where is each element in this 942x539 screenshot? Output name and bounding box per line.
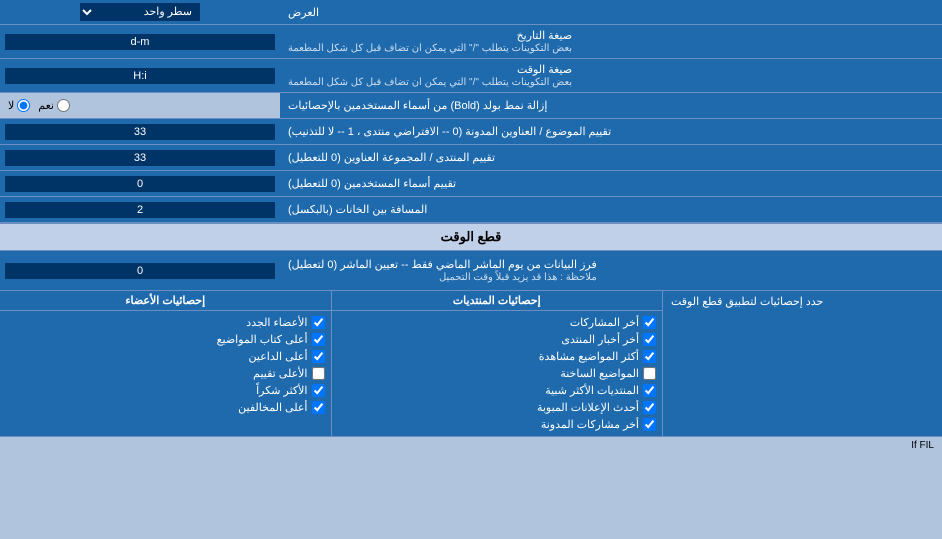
- list-item: الأعلى تقييم: [6, 365, 325, 382]
- stat-checkbox[interactable]: [312, 367, 325, 380]
- snapshot-days-label: فرز البيانات من يوم الماشر الماضي فقط --…: [280, 251, 942, 290]
- forum-group-input[interactable]: [5, 150, 275, 166]
- list-item: الأعضاء الجدد: [6, 314, 325, 331]
- stat-checkbox[interactable]: [643, 333, 656, 346]
- bold-no-label[interactable]: لا: [8, 99, 30, 112]
- users-order-label: تقييم أسماء المستخدمين (0 للتعطيل): [280, 171, 942, 196]
- display-select[interactable]: سطر واحد سطرين ثلاثة أسطر: [80, 3, 200, 21]
- stat-checkbox[interactable]: [643, 418, 656, 431]
- time-format-input-cell: [0, 59, 280, 92]
- list-item: أعلى المخالفين: [6, 399, 325, 416]
- stat-checkbox[interactable]: [643, 316, 656, 329]
- display-input-cell: سطر واحد سطرين ثلاثة أسطر: [0, 0, 280, 24]
- bold-yes-radio[interactable]: [57, 99, 70, 112]
- display-row: العرض سطر واحد سطرين ثلاثة أسطر: [0, 0, 942, 25]
- list-item: المنتديات الأكثر شبية: [338, 382, 657, 399]
- bold-label: إزالة نمط بولد (Bold) من أسماء المستخدمي…: [280, 93, 942, 118]
- stat-checkbox[interactable]: [312, 401, 325, 414]
- stat-checkbox[interactable]: [312, 350, 325, 363]
- stats-col1: إحصائيات المنتديات أخر المشاركات أخر أخب…: [331, 291, 663, 436]
- stats-col2: إحصائيات الأعضاء الأعضاء الجدد أعلى كتاب…: [0, 291, 331, 436]
- stat-checkbox[interactable]: [643, 350, 656, 363]
- apply-stats-label: حدد إحصائيات لتطبيق قطع الوقت: [662, 291, 942, 436]
- stat-checkbox[interactable]: [312, 333, 325, 346]
- stats-col2-items: الأعضاء الجدد أعلى كتاب المواضيع أعلى ال…: [0, 311, 331, 419]
- gap-row: المسافة بين الخانات (بالبكسل): [0, 197, 942, 223]
- forum-group-label: تقييم المنتدى / المجموعة العناوين (0 للت…: [280, 145, 942, 170]
- stat-checkbox[interactable]: [643, 384, 656, 397]
- list-item: أخر أخبار المنتدى: [338, 331, 657, 348]
- bottom-note: If FIL: [0, 437, 942, 454]
- date-format-label: صيغة التاريخ بعض التكوينات يتطلب "/" الت…: [280, 25, 942, 58]
- list-item: الأكثر شكراً: [6, 382, 325, 399]
- date-format-input[interactable]: [5, 34, 275, 50]
- bold-no-radio[interactable]: [17, 99, 30, 112]
- stat-checkbox[interactable]: [643, 401, 656, 414]
- snapshot-section-header: قطع الوقت: [0, 223, 942, 251]
- snapshot-days-input-cell: [0, 251, 280, 290]
- forum-group-row: تقييم المنتدى / المجموعة العناوين (0 للت…: [0, 145, 942, 171]
- list-item: أكثر المواضيع مشاهدة: [338, 348, 657, 365]
- stat-checkbox[interactable]: [643, 367, 656, 380]
- apply-stats-row: حدد إحصائيات لتطبيق قطع الوقت إحصائيات ا…: [0, 291, 942, 437]
- forum-order-row: تقييم الموضوع / العناوين المدونة (0 -- ا…: [0, 119, 942, 145]
- bold-yes-label[interactable]: نعم: [38, 99, 70, 112]
- list-item: أعلى كتاب المواضيع: [6, 331, 325, 348]
- stats-col1-header: إحصائيات المنتديات: [332, 291, 663, 311]
- forum-order-input-cell: [0, 119, 280, 144]
- users-order-row: تقييم أسماء المستخدمين (0 للتعطيل): [0, 171, 942, 197]
- time-format-input[interactable]: [5, 68, 275, 84]
- stat-checkbox[interactable]: [312, 316, 325, 329]
- snapshot-days-input[interactable]: [5, 263, 275, 279]
- gap-input[interactable]: [5, 202, 275, 218]
- date-format-row: صيغة التاريخ بعض التكوينات يتطلب "/" الت…: [0, 25, 942, 59]
- display-label: العرض: [280, 0, 942, 24]
- list-item: أحدث الإعلانات المبوبة: [338, 399, 657, 416]
- list-item: المواضيع الساخنة: [338, 365, 657, 382]
- stat-checkbox[interactable]: [312, 384, 325, 397]
- bold-row: إزالة نمط بولد (Bold) من أسماء المستخدمي…: [0, 93, 942, 119]
- stats-col2-header: إحصائيات الأعضاء: [0, 291, 331, 311]
- users-order-input[interactable]: [5, 176, 275, 192]
- forum-group-input-cell: [0, 145, 280, 170]
- stats-col1-items: أخر المشاركات أخر أخبار المنتدى أكثر الم…: [332, 311, 663, 436]
- list-item: أخر المشاركات: [338, 314, 657, 331]
- list-item: أخر مشاركات المدونة: [338, 416, 657, 433]
- time-format-row: صيغة الوقت بعض التكوينات يتطلب "/" التي …: [0, 59, 942, 93]
- gap-label: المسافة بين الخانات (بالبكسل): [280, 197, 942, 222]
- bold-input-cell: نعم لا: [0, 93, 280, 118]
- gap-input-cell: [0, 197, 280, 222]
- list-item: أعلى الداعين: [6, 348, 325, 365]
- stats-columns: إحصائيات المنتديات أخر المشاركات أخر أخب…: [0, 291, 662, 436]
- snapshot-days-row: فرز البيانات من يوم الماشر الماضي فقط --…: [0, 251, 942, 291]
- users-order-input-cell: [0, 171, 280, 196]
- date-format-input-cell: [0, 25, 280, 58]
- forum-order-input[interactable]: [5, 124, 275, 140]
- time-format-label: صيغة الوقت بعض التكوينات يتطلب "/" التي …: [280, 59, 942, 92]
- forum-order-label: تقييم الموضوع / العناوين المدونة (0 -- ا…: [280, 119, 942, 144]
